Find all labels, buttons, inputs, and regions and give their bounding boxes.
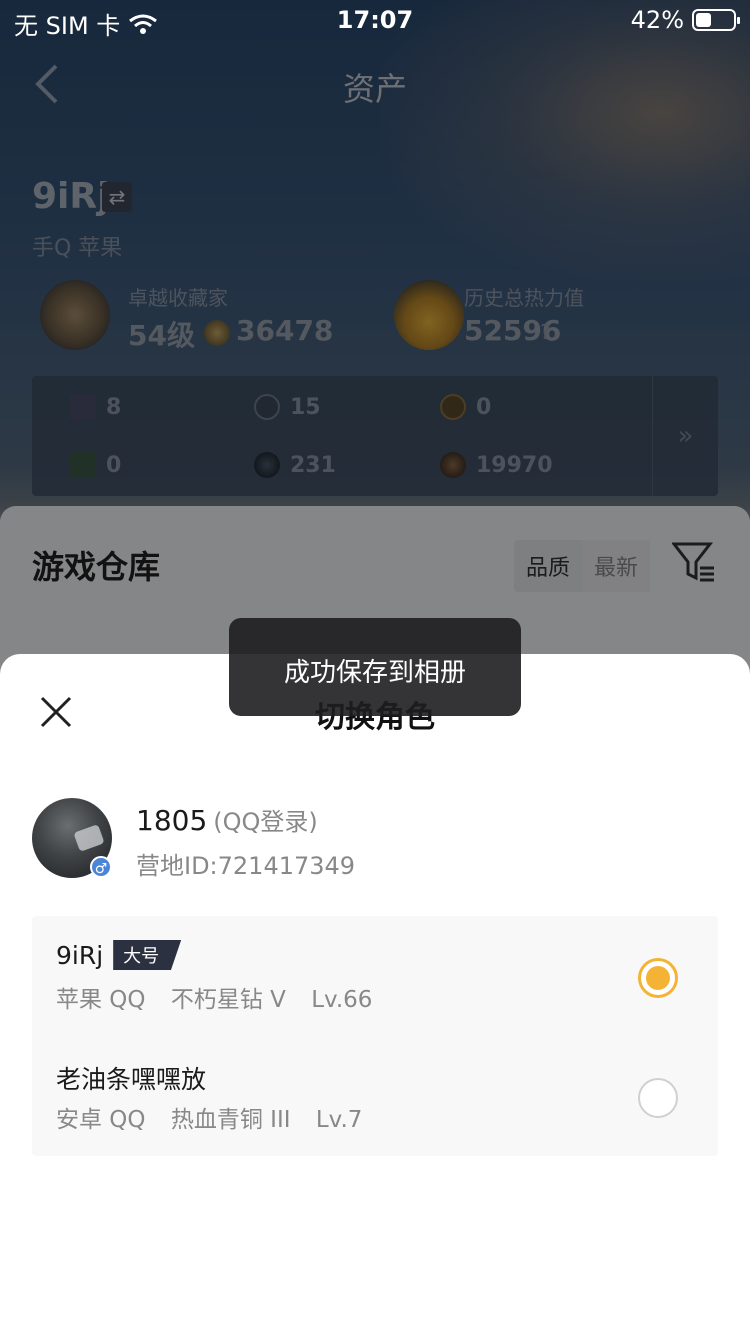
role-rank: 热血青铜 III: [170, 1107, 291, 1133]
role-rank: 不朽星钻 V: [170, 987, 286, 1013]
role-radio-selected[interactable]: [638, 958, 678, 998]
battery-icon: [692, 9, 740, 31]
role-level: Lv.7: [315, 1107, 363, 1133]
role-platform: 苹果 QQ: [56, 987, 146, 1013]
main-account-tag: 大号: [113, 940, 182, 970]
role-level: Lv.66: [311, 987, 373, 1013]
role-platform: 安卓 QQ: [56, 1107, 146, 1133]
status-bar: 无 SIM 卡 17:07 42%: [0, 0, 750, 40]
role-item[interactable]: 9iRj 大号 苹果 QQ 不朽星钻 V Lv.66: [32, 916, 718, 1036]
role-radio[interactable]: [638, 1078, 678, 1118]
account-name: 1805 (QQ登录): [136, 802, 318, 837]
male-gender-icon: ♂: [90, 856, 112, 878]
avatar-detail: [73, 824, 105, 852]
role-list: 9iRj 大号 苹果 QQ 不朽星钻 V Lv.66 老油条嘿嘿放 安卓 QQ …: [32, 916, 718, 1156]
role-item[interactable]: 老油条嘿嘿放 安卓 QQ 热血青铜 III Lv.7: [32, 1036, 718, 1156]
role-name: 老油条嘿嘿放: [56, 1060, 206, 1096]
account-info: ♂ 1805 (QQ登录) 营地ID:721417349: [32, 796, 718, 886]
role-name: 9iRj 大号: [56, 940, 182, 970]
battery-percent: 42%: [630, 6, 684, 34]
camp-id: 营地ID:721417349: [136, 852, 356, 880]
status-right: 42%: [630, 6, 740, 34]
role-details: 安卓 QQ 热血青铜 III Lv.7: [56, 1100, 380, 1134]
role-name-text: 9iRj: [56, 940, 104, 970]
account-login-type: (QQ登录): [213, 808, 318, 836]
toast-message: 成功保存到相册: [229, 618, 521, 716]
battery-fill: [696, 13, 711, 27]
account-name-text: 1805: [136, 804, 208, 837]
role-name-text: 老油条嘿嘿放: [56, 1065, 207, 1094]
switch-role-sheet: 切换角色 ♂ 1805 (QQ登录) 营地ID:721417349 9iRj 大号…: [0, 654, 750, 1334]
role-details: 苹果 QQ 不朽星钻 V Lv.66: [56, 980, 390, 1014]
